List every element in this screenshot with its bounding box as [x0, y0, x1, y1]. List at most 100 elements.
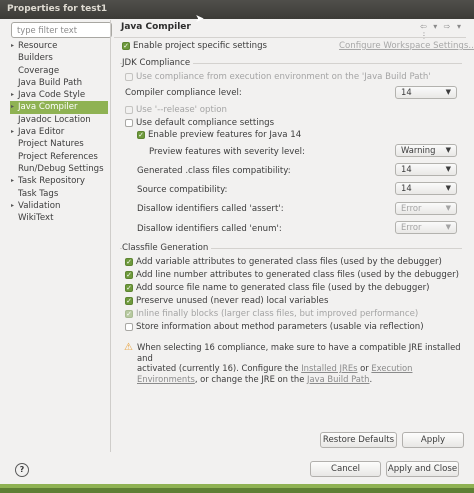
cf-source-checkbox[interactable]: ✓	[125, 284, 133, 292]
info-line-3: , or change the JRE on the	[194, 373, 308, 384]
tree-item-java-compiler[interactable]: ▸ Java Compiler	[10, 101, 108, 114]
expand-arrow-icon[interactable]: ▸	[11, 126, 14, 138]
tree-item-label: Javadoc Location	[18, 114, 91, 125]
tree-item-project-references[interactable]: Project References	[10, 151, 108, 163]
tree-item-label: Task Repository	[18, 176, 85, 187]
chevron-down-icon: ▼	[445, 146, 451, 154]
cf-preserve-checkbox[interactable]: ✓	[125, 297, 133, 305]
compliance-level-value: 14	[401, 87, 412, 97]
mouse-cursor-icon: ➤	[195, 12, 205, 25]
disallow-enum-select[interactable]: Error ▼	[395, 221, 457, 234]
configure-workspace-link[interactable]: Configure Workspace Settings...	[339, 41, 474, 51]
apply-and-close-button[interactable]: Apply and Close	[386, 461, 459, 477]
enable-preview-checkbox[interactable]: ✓	[137, 131, 145, 139]
preview-severity-select[interactable]: Warning ▼	[395, 144, 457, 157]
classfile-group-title: Classfile Generation	[122, 243, 212, 253]
tree-item-label: Java Compiler	[18, 102, 78, 113]
tree-item-java-build-path[interactable]: Java Build Path	[10, 77, 108, 89]
info-or: or	[357, 363, 372, 373]
pane-divider[interactable]	[110, 20, 111, 452]
page-title: Java Compiler	[121, 22, 191, 32]
cf-params-checkbox[interactable]	[125, 323, 133, 331]
cf-params-label: Store information about method parameter…	[136, 322, 424, 332]
cancel-button[interactable]: Cancel	[310, 461, 381, 477]
java-build-path-link[interactable]: Java Build Path	[307, 374, 369, 384]
tree-item-label: Run/Debug Settings	[18, 163, 104, 174]
use-release-checkbox[interactable]	[125, 106, 133, 114]
cf-source-label: Add source file name to generated class …	[136, 283, 430, 293]
source-compat-select[interactable]: 14 ▼	[395, 182, 457, 195]
filter-input[interactable]: type filter text	[11, 22, 112, 38]
execution-env-link-cont[interactable]: Environments	[137, 374, 195, 384]
execution-env-link[interactable]: Execution	[371, 363, 412, 373]
tree-item-java-editor[interactable]: ▸ Java Editor	[10, 126, 108, 138]
generated-class-label: Generated .class files compatibility:	[137, 166, 291, 176]
cf-vars-checkbox[interactable]: ✓	[125, 258, 133, 266]
installed-jres-link[interactable]: Installed JREs	[301, 363, 357, 373]
background-window-strip-dark	[0, 488, 474, 493]
tree-item-label: Coverage	[18, 65, 60, 76]
tree-item-label: Java Build Path	[18, 77, 83, 88]
tree-item-label: Java Editor	[18, 127, 65, 138]
use-default-compliance-checkbox[interactable]	[125, 119, 133, 127]
compliance-level-select[interactable]: 14 ▼	[395, 86, 457, 99]
cf-inline-label: Inline finally blocks (larger class file…	[136, 309, 419, 319]
tree-item-label: Resource	[18, 41, 58, 51]
enable-specific-checkbox[interactable]: ✓	[122, 42, 130, 50]
apply-button[interactable]: Apply	[402, 432, 464, 448]
use-default-compliance-label: Use default compliance settings	[136, 118, 275, 128]
disallow-enum-label: Disallow identifiers called 'enum':	[137, 224, 282, 234]
tree-item-task-tags[interactable]: Task Tags	[10, 188, 108, 200]
expand-arrow-icon[interactable]: ▸	[11, 40, 14, 52]
disallow-assert-select[interactable]: Error ▼	[395, 202, 457, 215]
info-line-1: When selecting 16 compliance, make sure …	[137, 342, 461, 363]
tree-item-label: Project Natures	[18, 139, 84, 150]
chevron-down-icon: ▼	[445, 165, 451, 173]
tree-item-java-code-style[interactable]: ▸ Java Code Style	[10, 89, 108, 101]
cf-lines-checkbox[interactable]: ✓	[125, 271, 133, 279]
cf-inline-checkbox[interactable]: ✓	[125, 310, 133, 318]
tree-item-wikitext[interactable]: WikiText	[10, 212, 108, 224]
info-line-2: activated (currently 16). Configure the	[137, 363, 302, 373]
disallow-assert-value: Error	[401, 203, 422, 213]
tree-item-run-debug-settings[interactable]: Run/Debug Settings	[10, 163, 108, 175]
compliance-level-label: Compiler compliance level:	[125, 88, 242, 98]
chevron-down-icon: ▼	[445, 223, 451, 231]
generated-class-select[interactable]: 14 ▼	[395, 163, 457, 176]
use-env-compliance-checkbox[interactable]	[125, 73, 133, 81]
use-release-label: Use '--release' option	[136, 105, 227, 115]
tree-item-label: Validation	[18, 200, 61, 211]
title-bar: Properties for test1 ➤	[0, 0, 474, 25]
tree-item-validation[interactable]: ▸ Validation	[10, 200, 108, 212]
tree-item-builders[interactable]: Builders	[10, 52, 108, 64]
expand-arrow-icon[interactable]: ▸	[11, 175, 14, 187]
cf-preserve-label: Preserve unused (never read) local varia…	[136, 296, 329, 306]
preferences-tree: ▸ Resource Builders Coverage Java Build Path…	[10, 40, 108, 224]
source-compat-label: Source compatibility:	[137, 185, 228, 195]
enable-specific-label: Enable project specific settings	[133, 41, 268, 51]
expand-arrow-icon[interactable]: ▸	[11, 89, 14, 101]
chevron-down-icon: ▼	[445, 88, 451, 96]
expand-arrow-icon[interactable]: ▸	[11, 101, 14, 113]
tree-item-label: Task Tags	[18, 188, 59, 199]
info-period: .	[369, 373, 373, 384]
tree-item-project-natures[interactable]: Project Natures	[10, 138, 108, 150]
cf-vars-label: Add variable attributes to generated cla…	[136, 257, 442, 267]
warning-icon: ⚠	[124, 342, 133, 353]
expand-arrow-icon[interactable]: ▸	[11, 200, 14, 212]
cf-lines-label: Add line number attributes to generated …	[136, 270, 459, 280]
tree-item-label: Builders	[18, 53, 53, 64]
generated-class-value: 14	[401, 164, 412, 174]
enable-preview-label: Enable preview features for Java 14	[148, 130, 302, 140]
compliance-info-text: When selecting 16 compliance, make sure …	[137, 342, 462, 384]
tree-item-resource[interactable]: ▸ Resource	[10, 40, 108, 52]
preview-severity-label: Preview features with severity level:	[149, 147, 305, 157]
help-icon[interactable]: ?	[15, 463, 29, 477]
tree-item-coverage[interactable]: Coverage	[10, 65, 108, 77]
tree-item-label: Project References	[18, 151, 98, 162]
window-title: Properties for test1	[7, 4, 108, 14]
restore-defaults-button[interactable]: Restore Defaults	[320, 432, 397, 448]
tree-item-javadoc-location[interactable]: Javadoc Location	[10, 114, 108, 126]
tree-item-task-repository[interactable]: ▸ Task Repository	[10, 175, 108, 187]
use-env-compliance-label: Use compliance from execution environmen…	[136, 72, 431, 82]
